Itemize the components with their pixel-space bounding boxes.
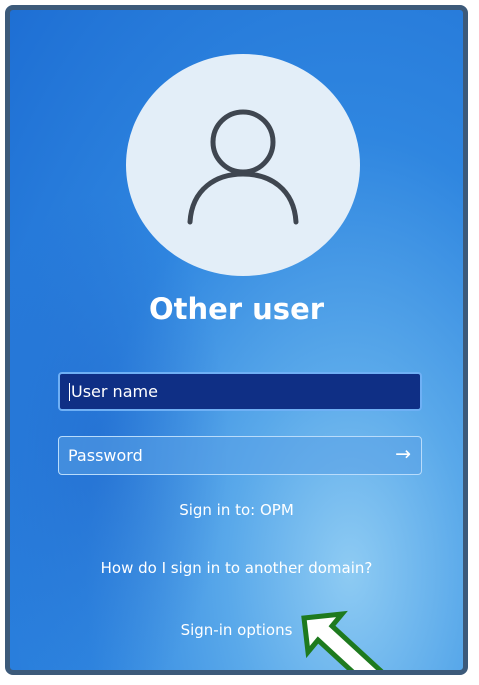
text-caret: [69, 382, 70, 401]
user-silhouette-icon: [187, 109, 299, 225]
domain-help-link[interactable]: How do I sign in to another domain?: [10, 559, 463, 577]
username-field[interactable]: User name: [58, 372, 422, 411]
password-field[interactable]: Password →: [58, 436, 422, 475]
avatar: [126, 54, 360, 276]
green-arrow-icon: [301, 610, 384, 670]
page-title: Other user: [148, 292, 325, 326]
password-placeholder: Password: [68, 446, 143, 465]
login-screen: Other user User name Password → Sign in …: [5, 5, 468, 675]
username-placeholder: User name: [71, 382, 158, 401]
arrow-right-icon[interactable]: →: [395, 443, 411, 465]
signin-options-link[interactable]: Sign-in options: [10, 621, 463, 639]
signin-domain-label: Sign in to: OPM: [179, 501, 294, 519]
